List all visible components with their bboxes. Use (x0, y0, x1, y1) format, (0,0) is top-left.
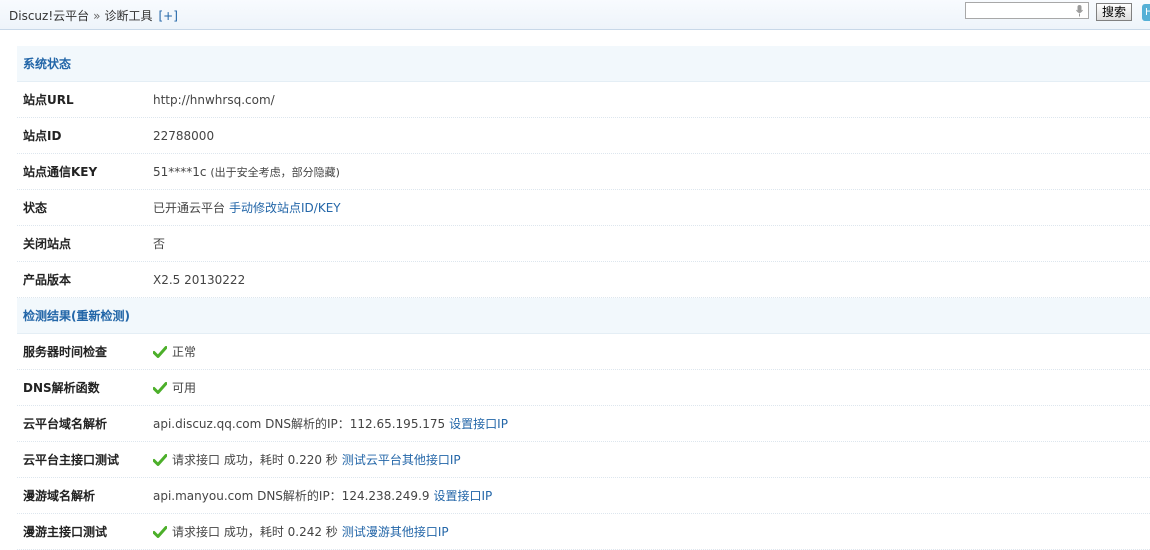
row-value: 正常 (153, 343, 196, 360)
set-api-ip-link[interactable]: 设置接口IP (433, 487, 492, 504)
paren-close: ) (124, 309, 130, 323)
row-label: DNS解析函数 (23, 381, 100, 395)
test-manyou-ip-link[interactable]: 测试漫游其他接口IP (342, 523, 449, 540)
row-label: 站点ID (23, 129, 62, 143)
section-title: 系统状态 (23, 57, 72, 71)
row-label: 状态 (23, 201, 48, 215)
table-row: 关闭站点 否 (17, 226, 1150, 262)
row-label: 服务器时间检查 (23, 345, 108, 359)
dns-result: api.discuz.qq.com DNS解析的IP：112.65.195.17… (153, 417, 446, 431)
recheck-link[interactable]: 重新检测 (77, 309, 125, 323)
row-label: 站点URL (23, 93, 74, 107)
table-row: 状态 已开通云平台 手动修改站点ID/KEY (17, 190, 1150, 226)
test-cloud-ip-link[interactable]: 测试云平台其他接口IP (342, 451, 461, 468)
table-row: 服务器时间检查 正常 (17, 334, 1150, 370)
breadcrumb-separator: » (93, 9, 101, 23)
api-result: 请求接口 成功，耗时 0.242 秒 (172, 525, 338, 539)
set-api-ip-link[interactable]: 设置接口IP (449, 415, 508, 432)
row-value: 可用 (153, 379, 196, 396)
row-label: 产品版本 (23, 273, 72, 287)
table-row: 云平台主接口测试 请求接口 成功，耗时 0.220 秒测试云平台其他接口IP (17, 442, 1150, 478)
row-value: 51****1c (出于安全考虑，部分隐藏) (153, 164, 340, 180)
check-status: 可用 (172, 381, 197, 395)
row-label: 关闭站点 (23, 237, 72, 251)
corner-tab[interactable]: H (1142, 4, 1150, 21)
row-value: 请求接口 成功，耗时 0.242 秒测试漫游其他接口IP (153, 523, 449, 540)
expand-link[interactable]: [+] (159, 9, 178, 23)
row-label: 云平台主接口测试 (23, 453, 120, 467)
row-label: 漫游域名解析 (23, 489, 96, 503)
row-value: 请求接口 成功，耗时 0.220 秒测试云平台其他接口IP (153, 451, 461, 468)
table-row: DNS解析函数 可用 (17, 370, 1150, 406)
table-row: 站点ID 22788000 (17, 118, 1150, 154)
section-header-system-status: 系统状态 (17, 46, 1150, 82)
status-text: 已开通云平台 (153, 201, 226, 215)
section-title: 检测结果(重新检测) (17, 307, 130, 324)
dns-result: api.manyou.com DNS解析的IP：124.238.249.9 (153, 489, 430, 503)
breadcrumb: Discuz!云平台 » 诊断工具 [+] (9, 7, 178, 24)
key-value: 51****1c (153, 164, 207, 179)
table-row: 云平台域名解析 api.discuz.qq.com DNS解析的IP：112.6… (17, 406, 1150, 442)
section-title-text: 检测结果 (23, 309, 72, 323)
check-icon (153, 453, 167, 466)
diagnostic-table: 系统状态 站点URL http://hnwhrsq.com/ 站点ID 2278… (17, 46, 1150, 550)
edit-site-key-link[interactable]: 手动修改站点ID/KEY (229, 199, 341, 216)
row-value: 否 (153, 237, 166, 251)
row-label: 站点通信KEY (23, 165, 98, 179)
table-row: 漫游主接口测试 请求接口 成功，耗时 0.242 秒测试漫游其他接口IP (17, 514, 1150, 550)
row-value: X2.5 20130222 (153, 272, 246, 287)
row-value: api.discuz.qq.com DNS解析的IP：112.65.195.17… (153, 415, 508, 432)
api-result: 请求接口 成功，耗时 0.220 秒 (172, 453, 338, 467)
check-icon (153, 381, 167, 394)
search-button[interactable]: 搜索 (1096, 3, 1132, 21)
breadcrumb-current: 诊断工具 (104, 9, 153, 23)
table-row: 站点通信KEY 51****1c (出于安全考虑，部分隐藏) (17, 154, 1150, 190)
microphone-icon[interactable] (1076, 5, 1083, 17)
table-row: 产品版本 X2.5 20130222 (17, 262, 1150, 298)
top-bar: Discuz!云平台 » 诊断工具 [+] 搜索 H (0, 0, 1150, 30)
section-header-check-results: 检测结果(重新检测) (17, 298, 1150, 334)
check-icon (153, 345, 167, 358)
row-value: http://hnwhrsq.com/ (153, 92, 275, 107)
row-label: 漫游主接口测试 (23, 525, 108, 539)
table-row: 站点URL http://hnwhrsq.com/ (17, 82, 1150, 118)
check-status: 正常 (172, 345, 197, 359)
row-value: api.manyou.com DNS解析的IP：124.238.249.9 设置接… (153, 487, 492, 504)
row-label: 云平台域名解析 (23, 417, 108, 431)
search-input[interactable] (965, 2, 1089, 19)
row-value: 已开通云平台 手动修改站点ID/KEY (153, 199, 341, 216)
check-icon (153, 525, 167, 538)
table-row: 漫游域名解析 api.manyou.com DNS解析的IP：124.238.2… (17, 478, 1150, 514)
row-value: 22788000 (153, 128, 215, 143)
key-note: (出于安全考虑，部分隐藏) (210, 165, 340, 179)
breadcrumb-root[interactable]: Discuz!云平台 (9, 9, 89, 23)
